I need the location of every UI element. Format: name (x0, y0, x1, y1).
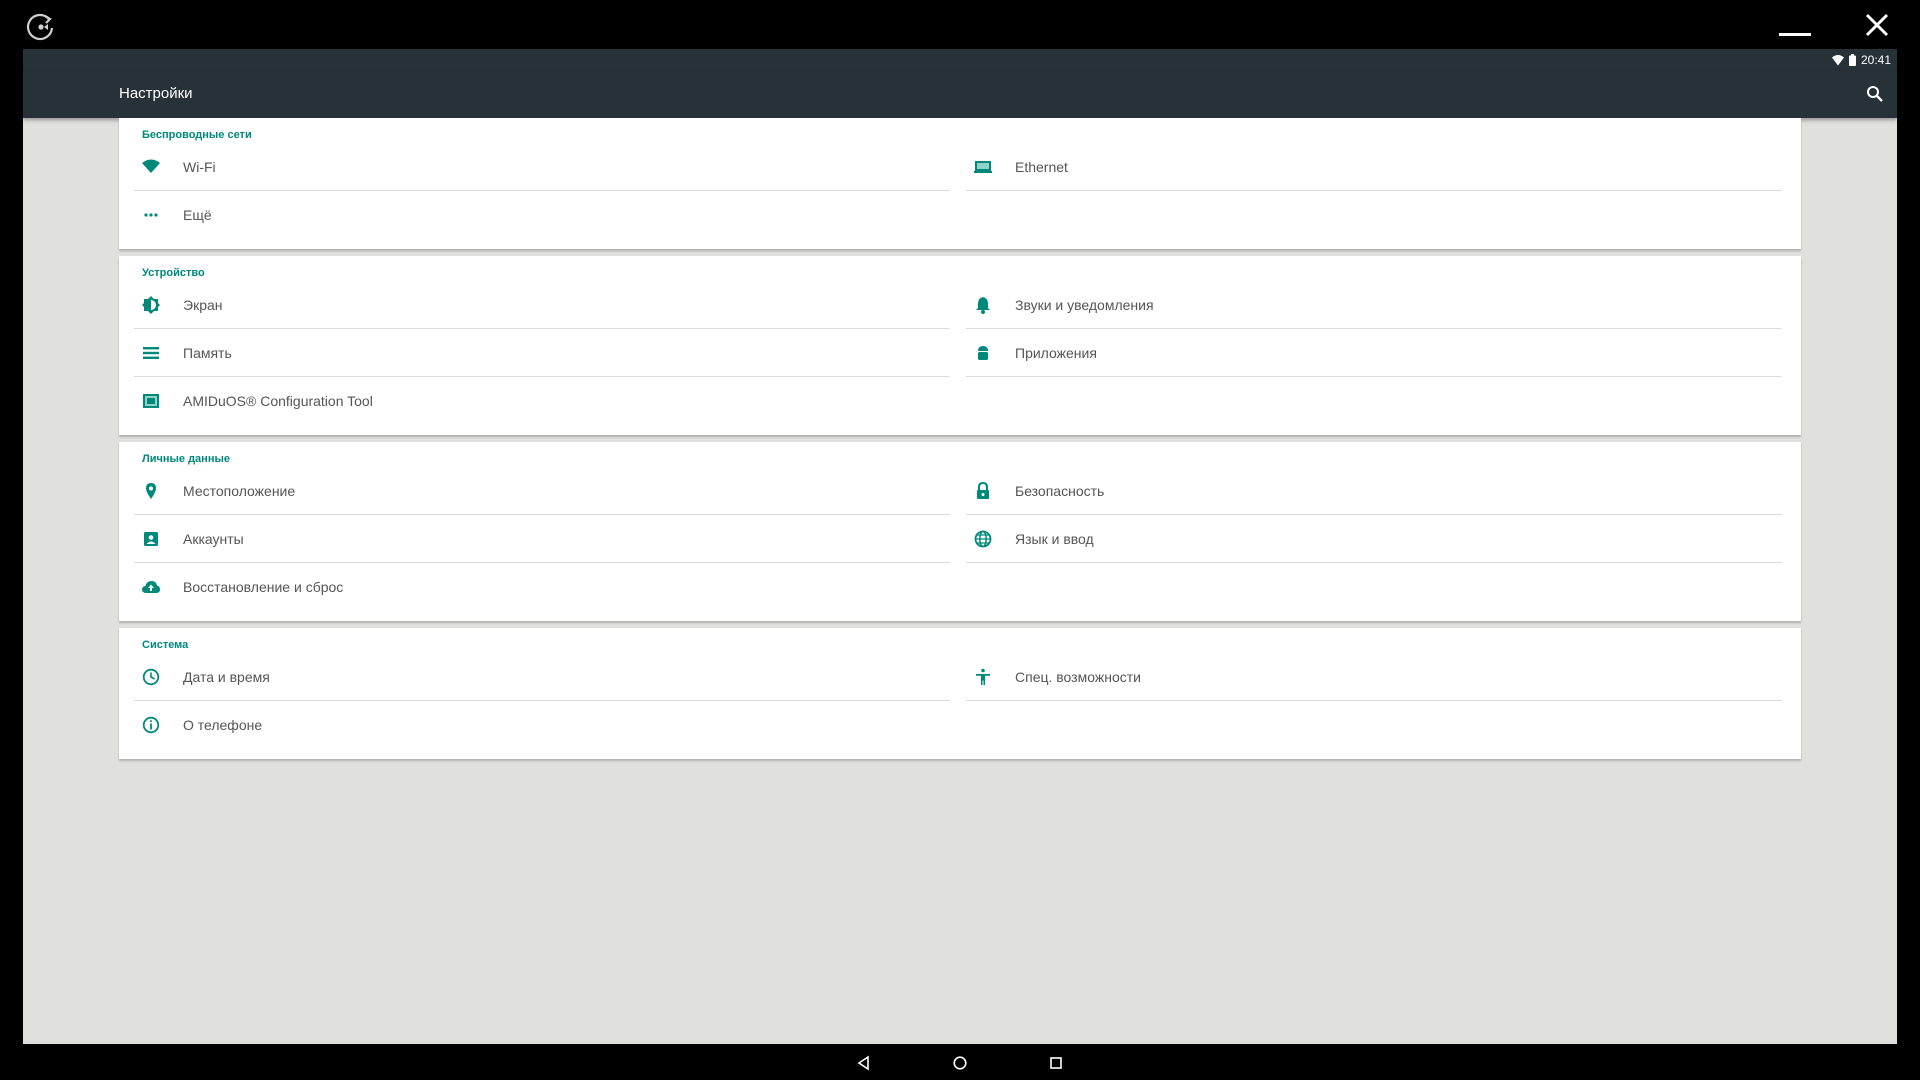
home-icon[interactable] (950, 1053, 970, 1073)
accessibility-icon (973, 667, 993, 687)
settings-item-backup-reset[interactable]: Восстановление и сброс (134, 563, 950, 611)
section-title: Устройство (142, 267, 205, 279)
settings-item-wifi[interactable]: Wi-Fi (134, 143, 950, 191)
settings-item-label: Восстановление и сброс (183, 579, 344, 595)
divider (966, 700, 1782, 701)
location-icon (141, 481, 161, 501)
close-icon[interactable] (1860, 8, 1894, 42)
rotate-icon[interactable] (24, 10, 56, 42)
settings-item-label: Память (183, 345, 232, 361)
section-wireless: Беспроводные сети Wi-Fi Ethernet Ещё (119, 118, 1801, 249)
battery-icon (1848, 54, 1856, 66)
settings-item-label: Безопасность (1015, 483, 1105, 499)
clock-icon (141, 667, 161, 687)
settings-item-label: AMIDuOS® Configuration Tool (183, 393, 373, 409)
settings-item-accessibility[interactable]: Спец. возможности (966, 653, 1782, 701)
settings-item-label: Звуки и уведомления (1015, 297, 1154, 313)
settings-item-label: Дата и время (183, 669, 270, 685)
settings-item-apps[interactable]: Приложения (966, 329, 1782, 377)
cloud-upload-icon (141, 577, 161, 597)
config-tool-icon (141, 391, 161, 411)
back-icon[interactable] (854, 1053, 874, 1073)
settings-item-label: Wi-Fi (183, 159, 216, 175)
settings-item-label: Экран (183, 297, 223, 313)
android-icon (973, 343, 993, 363)
settings-item-storage[interactable]: Память (134, 329, 950, 377)
settings-item-label: Местоположение (183, 483, 296, 499)
status-time: 20:41 (1860, 53, 1891, 67)
settings-item-date-time[interactable]: Дата и время (134, 653, 950, 701)
status-bar: 20:41 (23, 49, 1897, 71)
account-icon (141, 529, 161, 549)
recents-icon[interactable] (1046, 1053, 1066, 1073)
settings-item-location[interactable]: Местоположение (134, 467, 950, 515)
brightness-icon (141, 295, 161, 315)
more-icon (141, 205, 161, 225)
android-screen: 20:41 Настройки Беспроводные сети Wi-Fi … (23, 49, 1897, 1044)
section-title: Беспроводные сети (142, 129, 252, 141)
divider (966, 190, 1782, 191)
globe-icon (973, 529, 993, 549)
settings-item-label: Спец. возможности (1015, 669, 1141, 685)
settings-item-label: О телефоне (183, 717, 263, 733)
divider (966, 376, 1782, 377)
settings-item-sounds[interactable]: Звуки и уведомления (966, 281, 1782, 329)
section-title: Личные данные (142, 453, 230, 465)
settings-item-label: Ещё (183, 207, 212, 223)
divider (966, 562, 1782, 563)
page-title: Настройки (119, 85, 193, 102)
settings-item-display[interactable]: Экран (134, 281, 950, 329)
section-device: Устройство Экран Звуки и уведомления Пам… (119, 256, 1801, 435)
section-personal: Личные данные Местоположение Безопасност… (119, 442, 1801, 621)
settings-item-label: Язык и ввод (1015, 531, 1094, 547)
emulator-title-bar (0, 0, 1920, 49)
section-title: Система (142, 639, 189, 651)
ethernet-icon (973, 157, 993, 177)
storage-icon (141, 343, 161, 363)
wifi-icon (1831, 54, 1844, 66)
settings-item-amiduos-config[interactable]: AMIDuOS® Configuration Tool (134, 377, 950, 425)
settings-item-security[interactable]: Безопасность (966, 467, 1782, 515)
app-bar: Настройки (23, 71, 1897, 118)
settings-item-accounts[interactable]: Аккаунты (134, 515, 950, 563)
settings-item-about-phone[interactable]: О телефоне (134, 701, 950, 749)
lock-icon (973, 481, 993, 501)
wifi-icon (141, 157, 161, 177)
settings-item-label: Приложения (1015, 345, 1097, 361)
settings-item-language[interactable]: Язык и ввод (966, 515, 1782, 563)
navigation-bar (0, 1044, 1920, 1080)
minimize-icon[interactable] (1775, 10, 1815, 42)
section-system: Система Дата и время Спец. возможности О… (119, 628, 1801, 759)
settings-item-label: Аккаунты (183, 531, 244, 547)
search-icon[interactable] (1865, 84, 1885, 104)
settings-item-ethernet[interactable]: Ethernet (966, 143, 1782, 191)
settings-item-label: Ethernet (1015, 159, 1068, 175)
settings-item-more[interactable]: Ещё (134, 191, 950, 239)
info-icon (141, 715, 161, 735)
bell-icon (973, 295, 993, 315)
